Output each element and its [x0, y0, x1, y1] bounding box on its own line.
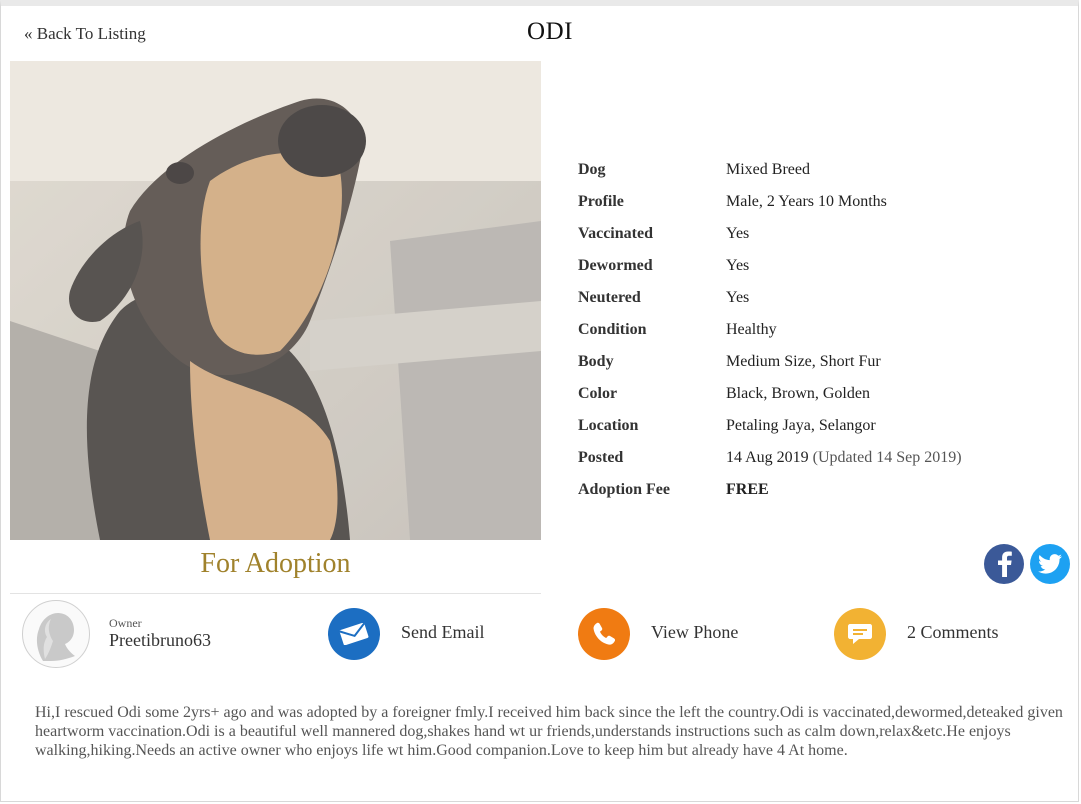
detail-row: Dog Mixed Breed	[578, 154, 962, 186]
detail-row: Posted 14 Aug 2019 (Updated 14 Sep 2019)	[578, 442, 962, 474]
detail-label: Location	[578, 417, 639, 434]
owner-avatar[interactable]	[22, 600, 90, 668]
detail-label: Dewormed	[578, 257, 653, 274]
detail-value: Petaling Jaya, Selangor	[726, 417, 876, 434]
detail-label: Body	[578, 353, 614, 370]
comment-icon	[848, 624, 872, 644]
detail-label: Profile	[578, 193, 624, 210]
detail-row: Location Petaling Jaya, Selangor	[578, 410, 962, 442]
detail-value: Medium Size, Short Fur	[726, 353, 881, 370]
detail-label: Vaccinated	[578, 225, 653, 242]
detail-row: Condition Healthy	[578, 314, 962, 346]
detail-row: Neutered Yes	[578, 282, 962, 314]
detail-value: Mixed Breed	[726, 161, 810, 178]
facebook-share-button[interactable]	[984, 544, 1024, 584]
detail-row: Body Medium Size, Short Fur	[578, 346, 962, 378]
envelope-icon	[339, 623, 369, 645]
detail-value: Yes	[726, 225, 750, 242]
owner-label: Owner	[109, 616, 142, 630]
pet-description: Hi,I rescued Odi some 2yrs+ ago and was …	[35, 704, 1063, 759]
view-phone-button[interactable]	[578, 608, 630, 660]
pet-details-table: Dog Mixed Breed Profile Male, 2 Years 10 M…	[578, 154, 962, 506]
detail-label: Adoption Fee	[578, 481, 670, 498]
comments-label[interactable]: 2 Comments	[907, 622, 999, 643]
detail-row: Dewormed Yes	[578, 250, 962, 282]
female-silhouette-icon	[36, 613, 75, 661]
detail-row: Adoption Fee FREE	[578, 474, 962, 506]
detail-value: Yes	[726, 289, 750, 306]
adoption-status-caption: For Adoption	[200, 548, 351, 579]
comments-button[interactable]	[834, 608, 886, 660]
detail-value: Male, 2 Years 10 Months	[726, 193, 887, 210]
photo-card: For Adoption	[10, 61, 541, 594]
send-email-label[interactable]: Send Email	[401, 622, 485, 643]
detail-value: Healthy	[726, 321, 777, 338]
detail-label: Neutered	[578, 289, 641, 306]
detail-label: Color	[578, 385, 618, 402]
detail-row: Color Black, Brown, Golden	[578, 378, 962, 410]
share-buttons	[984, 544, 1070, 584]
pet-photo[interactable]	[10, 61, 541, 540]
detail-label: Posted	[578, 449, 624, 466]
posted-date: 14 Aug 2019	[726, 449, 809, 466]
owner-name[interactable]: Preetibruno63	[109, 630, 211, 651]
detail-row: Vaccinated Yes	[578, 218, 962, 250]
view-phone-label[interactable]: View Phone	[651, 622, 738, 643]
detail-label: Condition	[578, 321, 647, 338]
send-email-button[interactable]	[328, 608, 380, 660]
twitter-icon	[1038, 554, 1062, 574]
facebook-icon	[998, 551, 1012, 577]
adoption-fee-value: FREE	[726, 481, 769, 498]
phone-icon	[593, 622, 616, 645]
page-title: ODI	[527, 18, 573, 45]
detail-value: 14 Aug 2019 (Updated 14 Sep 2019)	[726, 442, 962, 474]
detail-row: Profile Male, 2 Years 10 Months	[578, 186, 962, 218]
detail-value: Black, Brown, Golden	[726, 385, 870, 402]
twitter-share-button[interactable]	[1030, 544, 1070, 584]
detail-label: Dog	[578, 161, 606, 178]
updated-date: (Updated 14 Sep 2019)	[812, 449, 962, 466]
detail-value: Yes	[726, 257, 750, 274]
action-bar: Owner Preetibruno63 Send Email View Phon…	[0, 600, 1081, 670]
